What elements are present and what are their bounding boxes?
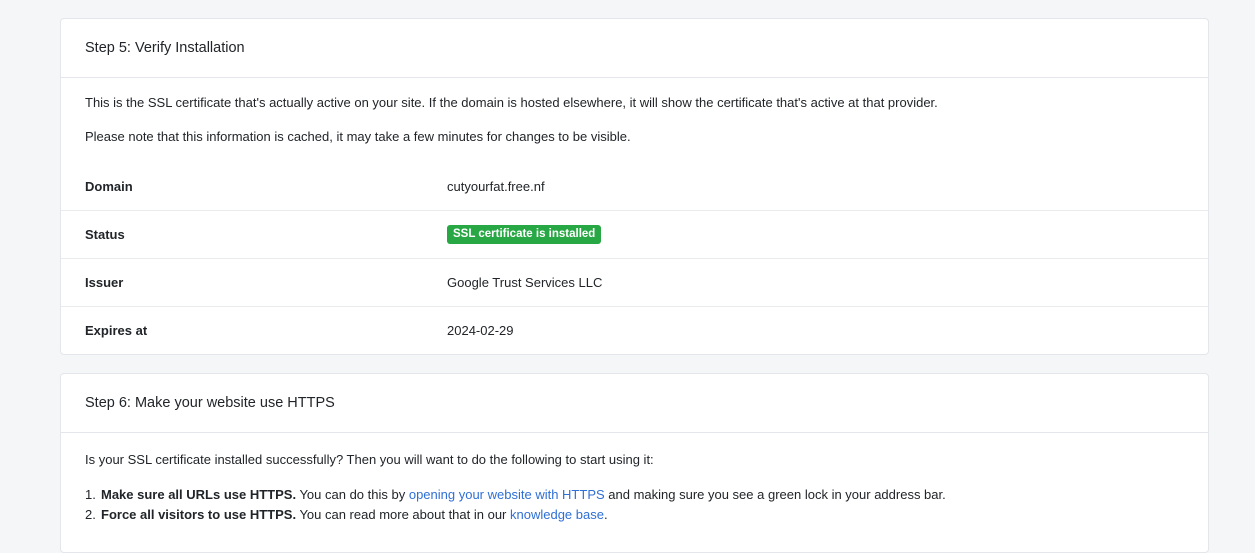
step6-card: Step 6: Make your website use HTTPS Is y… xyxy=(60,373,1209,553)
list-item-text: You can read more about that in our xyxy=(296,507,510,522)
step5-body: This is the SSL certificate that's actua… xyxy=(61,78,1208,354)
status-badge: SSL certificate is installed xyxy=(447,225,602,244)
step6-body: Is your SSL certificate installed succes… xyxy=(61,433,1208,525)
domain-value: cutyourfat.free.nf xyxy=(447,179,545,194)
status-value: SSL certificate is installed xyxy=(447,225,602,244)
step5-title: Step 5: Verify Installation xyxy=(85,40,245,56)
list-item-text: . xyxy=(603,507,608,522)
info-label: Domain xyxy=(85,179,133,194)
info-row-issuer: Issuer Google Trust Services LLC xyxy=(61,258,1208,306)
step5-header: Step 5: Verify Installation xyxy=(61,19,1208,78)
step5-intro: This is the SSL certificate that's actua… xyxy=(85,95,938,110)
info-label: Expires at xyxy=(85,323,148,338)
info-label: Status xyxy=(85,227,125,242)
info-row-expires: Expires at 2024-02-29 xyxy=(61,306,1208,354)
list-item-bold: Make sure all URLs use HTTPS. xyxy=(101,487,297,502)
info-row-domain: Domain cutyourfat.free.nf xyxy=(61,163,1208,210)
list-item: 1. Make sure all URLs use HTTPS. You can … xyxy=(85,485,1184,505)
issuer-value: Google Trust Services LLC xyxy=(447,275,603,290)
list-item-text: and making sure you see a green lock in … xyxy=(604,487,946,502)
list-item-text: You can do this by xyxy=(296,487,409,502)
certificate-info-table: Domain cutyourfat.free.nf Status SSL cer… xyxy=(61,163,1208,354)
list-item: 2. Force all visitors to use HTTPS. You c… xyxy=(85,505,1184,525)
expires-value: 2024-02-29 xyxy=(447,323,514,338)
open-website-https-link[interactable]: opening your website with HTTPS xyxy=(409,487,605,502)
info-row-status: Status SSL certificate is installed xyxy=(61,210,1208,258)
step6-title: Step 6: Make your website use HTTPS xyxy=(85,395,335,411)
https-steps-list: 1. Make sure all URLs use HTTPS. You can … xyxy=(85,470,1184,525)
step5-cache-note: Please note that this information is cac… xyxy=(85,129,631,144)
knowledge-base-link[interactable]: knowledge base xyxy=(510,507,604,522)
list-number: 2. xyxy=(85,507,96,522)
list-item-bold: Force all visitors to use HTTPS. xyxy=(101,507,297,522)
step6-header: Step 6: Make your website use HTTPS xyxy=(61,374,1208,433)
info-label: Issuer xyxy=(85,275,124,290)
step5-card: Step 5: Verify Installation This is the … xyxy=(60,18,1209,355)
list-number: 1. xyxy=(85,487,96,502)
step6-intro: Is your SSL certificate installed succes… xyxy=(85,452,654,467)
